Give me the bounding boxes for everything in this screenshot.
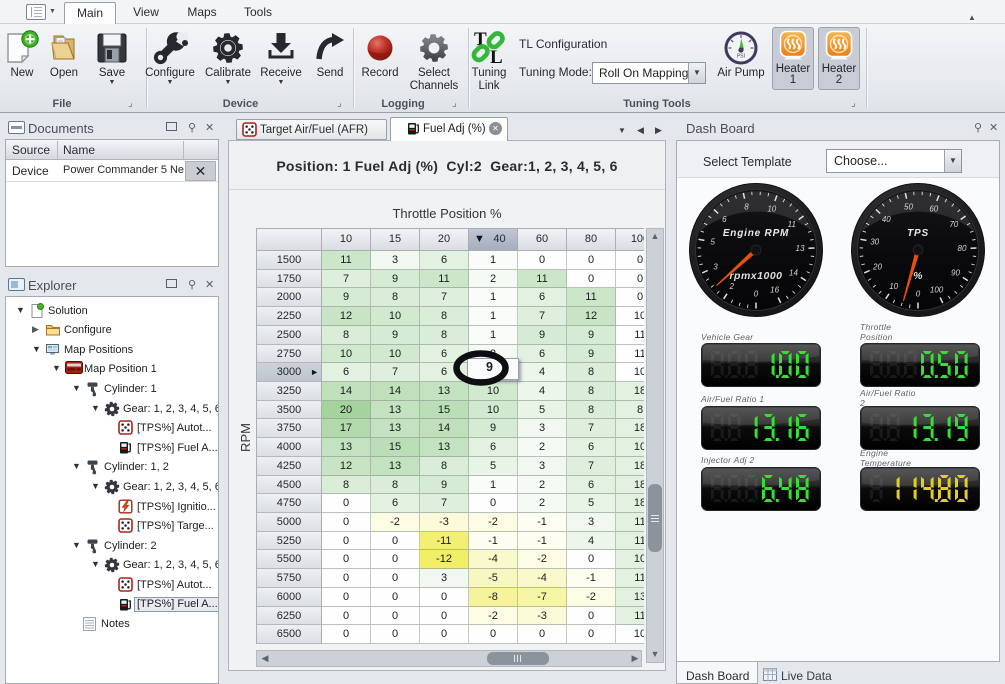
svg-text:16: 16 [770, 285, 779, 294]
svg-text:rpmx1000: rpmx1000 [729, 270, 782, 282]
svg-text:PSI: PSI [737, 54, 745, 60]
svg-text:2: 2 [728, 282, 734, 291]
svg-text:10: 10 [767, 204, 776, 213]
svg-text:%: % [913, 270, 923, 282]
svg-text:10: 10 [889, 282, 898, 291]
svg-text:20: 20 [872, 263, 882, 272]
svg-text:6: 6 [722, 215, 727, 224]
svg-text:80: 80 [958, 244, 967, 253]
svg-text:L: L [490, 47, 503, 67]
svg-text:40: 40 [882, 215, 891, 224]
svg-text:0: 0 [754, 290, 759, 299]
svg-text:30: 30 [870, 238, 879, 247]
svg-text:50: 50 [904, 203, 913, 212]
svg-text:3: 3 [713, 263, 718, 272]
svg-text:0: 0 [916, 290, 921, 299]
svg-text:14: 14 [789, 269, 798, 278]
svg-text:13: 13 [796, 244, 805, 253]
svg-text:TPS: TPS [907, 228, 929, 239]
svg-text:60: 60 [929, 204, 938, 213]
svg-text:5: 5 [710, 238, 715, 247]
svg-text:90: 90 [951, 269, 960, 278]
svg-text:100: 100 [930, 285, 944, 294]
svg-text:70: 70 [949, 220, 958, 229]
svg-text:8: 8 [744, 203, 749, 212]
svg-text:Engine RPM: Engine RPM [723, 228, 789, 239]
